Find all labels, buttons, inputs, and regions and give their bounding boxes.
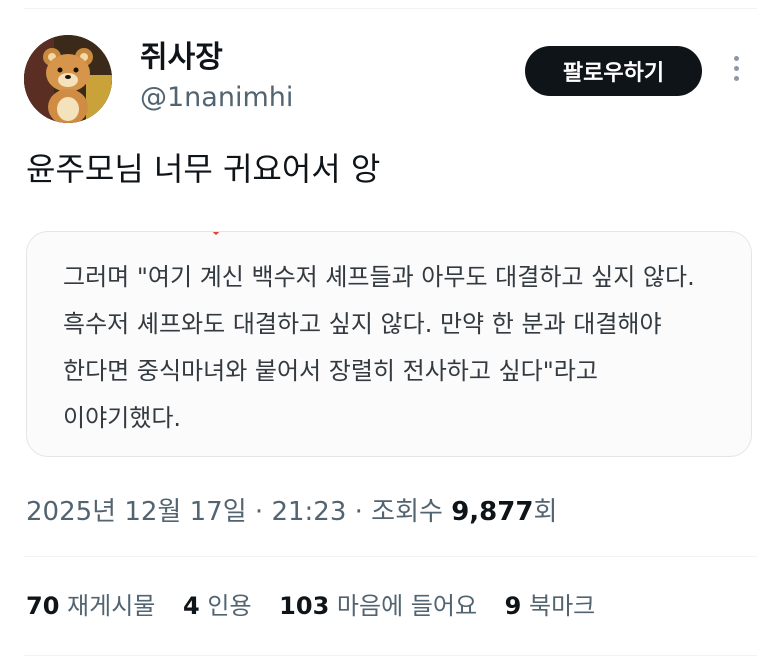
- bookmarks-count: 9: [504, 592, 522, 620]
- vertical-ellipsis-icon: [733, 66, 739, 71]
- quotes-label: 인용: [207, 592, 252, 620]
- avatar[interactable]: [24, 35, 112, 123]
- likes-count: 103: [279, 592, 330, 620]
- reposts-label: 재게시물: [67, 592, 156, 620]
- follow-button[interactable]: 팔로우하기: [525, 46, 702, 96]
- top-divider: [24, 8, 757, 9]
- reposts-stat[interactable]: 70 재게시물: [26, 586, 155, 626]
- views-label: 조회수: [371, 497, 443, 527]
- attached-image[interactable]: 그러며 "여기 계신 백수저 셰프들과 아무도 대결하고 싶지 않다. 흑수저 …: [26, 231, 752, 457]
- views-count: 9,877: [451, 497, 534, 527]
- bottom-divider: [24, 655, 757, 656]
- likes-stat[interactable]: 103 마음에 들어요: [279, 586, 477, 626]
- vertical-ellipsis-icon: [733, 76, 739, 81]
- tweet-date[interactable]: 2025년 12월 17일: [26, 497, 247, 527]
- engagement-stats: 70 재게시물 4 인용 103 마음에 들어요 9 북마크: [26, 586, 615, 626]
- quotes-stat[interactable]: 4 인용: [183, 586, 252, 626]
- user-handle[interactable]: @1nanimhi: [140, 82, 293, 114]
- vertical-ellipsis-icon: [733, 56, 739, 61]
- stats-divider: [24, 556, 757, 557]
- likes-label: 마음에 들어요: [336, 592, 478, 620]
- views-suffix: 회: [533, 497, 558, 527]
- more-options-button[interactable]: [726, 52, 746, 92]
- reposts-count: 70: [26, 592, 60, 620]
- tweet-text: 윤주모님 너무 귀요어서 앙: [26, 150, 381, 188]
- image-quote-text: 그러며 "여기 계신 백수저 셰프들과 아무도 대결하고 싶지 않다. 흑수저 …: [63, 263, 695, 432]
- meta-separator: ·: [354, 497, 363, 527]
- meta-separator: ·: [254, 497, 264, 527]
- red-marker: [211, 232, 221, 236]
- bear-plush-avatar-icon: [24, 35, 112, 123]
- display-name[interactable]: 쥐사장: [140, 40, 223, 76]
- bookmarks-stat[interactable]: 9 북마크: [505, 586, 596, 626]
- quotes-count: 4: [183, 592, 200, 620]
- bookmarks-label: 북마크: [529, 592, 596, 620]
- tweet-time[interactable]: 21:23: [271, 497, 346, 527]
- tweet-meta: 2025년 12월 17일 · 21:23 · 조회수 9,877회: [26, 492, 557, 532]
